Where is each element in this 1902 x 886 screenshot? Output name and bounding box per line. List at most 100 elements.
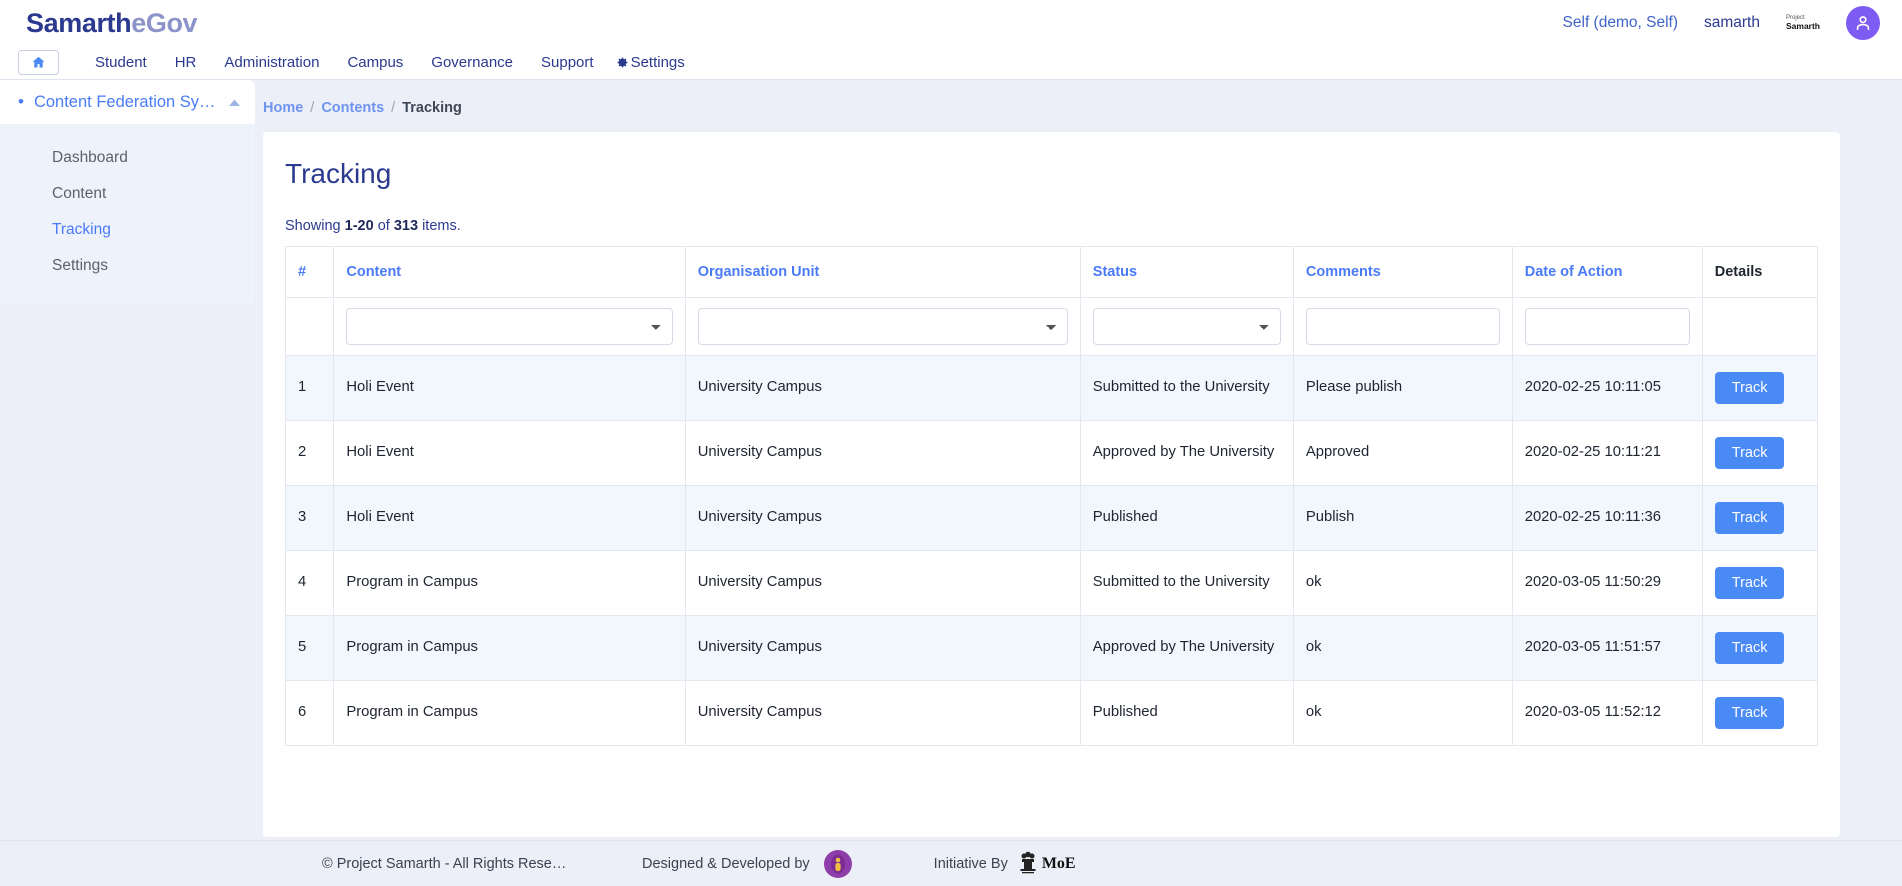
column-header-status[interactable]: Status: [1079, 246, 1294, 298]
footer-initiative-label: Initiative By: [933, 855, 1008, 872]
sidebar-item-label: Dashboard: [52, 149, 128, 166]
filter-content-select[interactable]: [346, 308, 673, 345]
cell-number: 2: [284, 420, 335, 486]
cell-comments: Please publish: [1292, 355, 1513, 421]
showing-of: of: [373, 218, 394, 234]
showing-suffix: items.: [418, 218, 461, 234]
track-button[interactable]: Track: [1714, 372, 1785, 404]
username-label[interactable]: samarth: [1704, 14, 1760, 32]
sidebar-item-content[interactable]: Content: [0, 176, 255, 212]
table-row[interactable]: 4 Program in Campus University Campus Su…: [284, 550, 1819, 616]
cell-date: 2020-03-05 11:52:12: [1511, 680, 1703, 746]
project-samarth-logo-line2: Samarth: [1785, 20, 1820, 31]
filter-comments-input[interactable]: [1305, 308, 1500, 345]
column-header-content[interactable]: Content: [333, 246, 686, 298]
cell-number: 6: [284, 680, 335, 746]
showing-prefix: Showing: [285, 218, 345, 234]
cell-number: 4: [284, 550, 335, 616]
sidebar-item-tracking[interactable]: Tracking: [0, 212, 255, 248]
cell-status: Submitted to the University: [1079, 550, 1294, 616]
cell-status: Approved by The University: [1079, 420, 1294, 486]
tracking-table: # Content Organisation Unit Status Comme…: [284, 246, 1819, 746]
cell-content: Program in Campus: [333, 550, 686, 616]
column-header-comments[interactable]: Comments: [1292, 246, 1513, 298]
column-header-date[interactable]: Date of Action: [1511, 246, 1703, 298]
nav-item-hr[interactable]: HR: [161, 54, 211, 71]
cell-status: Submitted to the University: [1079, 355, 1294, 421]
sidebar-module-header[interactable]: • Content Federation Sy…: [0, 80, 255, 124]
footer-designed-label: Designed & Developed by: [642, 855, 810, 872]
nav-item-administration[interactable]: Administration: [210, 54, 333, 71]
table-row[interactable]: 5 Program in Campus University Campus Ap…: [284, 615, 1819, 681]
chevron-up-icon[interactable]: [228, 98, 241, 107]
sidebar-item-label: Settings: [52, 257, 109, 274]
table-row[interactable]: 3 Holi Event University Campus Published…: [284, 485, 1819, 551]
sidebar-item-settings[interactable]: Settings: [0, 248, 255, 284]
cell-details: Track: [1701, 615, 1819, 681]
breadcrumb-contents[interactable]: Contents: [321, 100, 384, 116]
cell-org-unit: University Campus: [684, 485, 1081, 551]
table-body: 1 Holi Event University Campus Submitted…: [284, 355, 1819, 746]
iuac-logo-icon: [823, 849, 852, 878]
table-row[interactable]: 1 Holi Event University Campus Submitted…: [284, 355, 1819, 421]
sidebar-item-label: Tracking: [52, 221, 111, 238]
track-button[interactable]: Track: [1714, 632, 1785, 664]
nav-item-student[interactable]: Student: [81, 54, 161, 71]
cell-org-unit: University Campus: [684, 550, 1081, 616]
cell-content: Program in Campus: [333, 615, 686, 681]
tracking-card: Tracking Showing 1-20 of 313 items. # Co…: [263, 132, 1840, 837]
nav-item-support[interactable]: Support: [527, 54, 608, 71]
main-content: Home / Contents / Tracking Tracking Show…: [255, 80, 1902, 886]
page-body: • Content Federation Sy… Dashboard Conte…: [0, 80, 1902, 886]
table-row[interactable]: 2 Holi Event University Campus Approved …: [284, 420, 1819, 486]
footer-designed-group: Designed & Developed by: [642, 849, 852, 878]
footer-initiative-group: Initiative By MoE: [934, 851, 1076, 877]
cell-date: 2020-03-05 11:50:29: [1511, 550, 1703, 616]
column-header-number[interactable]: #: [284, 246, 335, 298]
filter-cell-status: [1079, 297, 1294, 356]
breadcrumb-separator: /: [310, 100, 315, 116]
nav-label: HR: [174, 54, 197, 71]
track-button[interactable]: Track: [1714, 437, 1785, 469]
cell-content: Holi Event: [333, 485, 686, 551]
brand-secondary: eGov: [131, 7, 198, 38]
cell-org-unit: University Campus: [684, 355, 1081, 421]
context-switch-link[interactable]: Self (demo, Self): [1563, 14, 1678, 32]
showing-total: 313: [393, 218, 419, 234]
brand-primary: Samarth: [26, 7, 132, 38]
footer-copyright: © Project Samarth - All Rights Rese…: [322, 855, 567, 872]
cell-content: Program in Campus: [333, 680, 686, 746]
home-icon[interactable]: [18, 50, 59, 75]
cell-details: Track: [1701, 420, 1819, 486]
sidebar-menu: Dashboard Content Tracking Settings: [0, 124, 255, 304]
breadcrumb-separator: /: [391, 100, 396, 116]
filter-status-select[interactable]: [1092, 308, 1281, 345]
brand-logo[interactable]: SamartheGov: [26, 7, 198, 39]
page-title: Tracking: [285, 158, 392, 189]
filter-date-input[interactable]: [1524, 308, 1690, 345]
nav-label: Campus: [347, 54, 404, 71]
track-button[interactable]: Track: [1714, 697, 1785, 729]
table-row[interactable]: 6 Program in Campus University Campus Pu…: [284, 680, 1819, 746]
moe-logo: MoE: [1018, 851, 1076, 877]
cell-number: 5: [284, 615, 335, 681]
cell-number: 3: [284, 485, 335, 551]
sidebar-item-dashboard[interactable]: Dashboard: [0, 140, 255, 176]
filter-org-unit-select[interactable]: [697, 308, 1068, 345]
breadcrumb-home[interactable]: Home: [263, 100, 303, 116]
sidebar-module-title: Content Federation Sy…: [33, 92, 216, 111]
cell-comments: Publish: [1292, 485, 1513, 551]
nav-item-campus[interactable]: Campus: [333, 54, 417, 71]
track-button[interactable]: Track: [1714, 502, 1785, 534]
nav-item-governance[interactable]: Governance: [417, 54, 527, 71]
track-button[interactable]: Track: [1714, 567, 1785, 599]
cell-comments: ok: [1292, 680, 1513, 746]
user-avatar-icon[interactable]: [1846, 6, 1880, 40]
nav-label: Settings: [630, 54, 685, 71]
column-header-org-unit[interactable]: Organisation Unit: [684, 246, 1081, 298]
cell-content: Holi Event: [333, 355, 686, 421]
nav-item-settings[interactable]: Settings: [608, 54, 699, 71]
gear-icon: [616, 56, 629, 69]
project-samarth-logo: Project Samarth: [1786, 15, 1820, 30]
header-right-group: Self (demo, Self) samarth Project Samart…: [1563, 6, 1880, 40]
